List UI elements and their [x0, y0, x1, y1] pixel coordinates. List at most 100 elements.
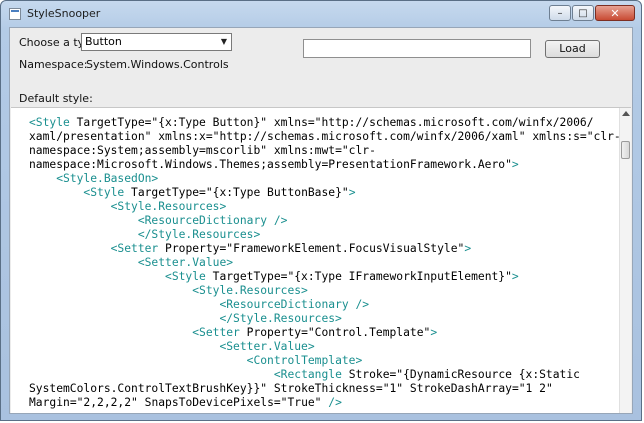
code-token: Stroke [348, 368, 390, 381]
code-token: ="1 2" [511, 382, 553, 395]
code-token: StrokeDashArray [409, 382, 512, 395]
code-token: ="{x:Type Button}" [144, 116, 274, 129]
code-line: <Setter Property="Control.Template"> [29, 326, 615, 340]
code-token: <ResourceDictionary /> [137, 214, 288, 227]
code-line: <Setter.Value> [29, 340, 615, 354]
code-token: StrokeThickness [273, 382, 376, 395]
code-line: </Style.Resources> [29, 312, 615, 326]
code-token: > [464, 242, 472, 255]
assembly-path-input[interactable] [303, 39, 531, 58]
close-button[interactable]: ✕ [595, 5, 635, 21]
code-line: <Style TargetType="{x:Type IFrameworkInp… [29, 270, 615, 284]
code-token: Property [165, 242, 220, 255]
code-line: <ControlTemplate> [29, 354, 615, 368]
code-token: <Setter [110, 242, 166, 255]
code-token: ="{x:Type ButtonBase}" [199, 186, 349, 199]
code-token: <Style [83, 186, 132, 199]
code-token: ="Control.Template" [301, 326, 431, 339]
code-token: > [348, 186, 356, 199]
client-area: Choose a type: Button ▼ Namespace: Syste… [9, 27, 633, 414]
maximize-icon: □ [578, 8, 588, 19]
type-select[interactable]: Button ▼ [81, 33, 232, 51]
code-token: > [430, 326, 438, 339]
code-token: TargetType [131, 186, 200, 199]
code-token: namespace:System;assembly=mscorlib" [29, 144, 274, 157]
scroll-thumb[interactable] [621, 141, 630, 159]
code-token: ="clr- [335, 144, 376, 157]
xaml-code: <Style TargetType="{x:Type Button}" xmln… [29, 116, 621, 410]
code-token: xmlns:mwt [273, 144, 336, 157]
window-title: StyleSnooper [27, 7, 101, 20]
code-line: <Style.Resources> [29, 200, 615, 214]
code-token: TargetType [76, 116, 145, 129]
code-token: </Style.Resources> [137, 228, 261, 241]
code-token: ="1" [375, 382, 410, 395]
code-token: ="http://schemas.microsoft.com/winfx/200… [205, 130, 533, 143]
code-token: xaml/presentation" [29, 130, 159, 143]
code-token: <Setter.Value> [137, 256, 234, 269]
code-line: SystemColors.ControlTextBrushKey}}" Stro… [29, 382, 615, 396]
code-token: ="clr- [579, 130, 621, 143]
code-token: <Style [29, 116, 77, 129]
app-window: StyleSnooper – □ ✕ Choose a type: Button… [0, 0, 642, 421]
caption-buttons: – □ ✕ [548, 5, 635, 22]
code-token: TargetType [212, 270, 281, 283]
code-line: <ResourceDictionary /> [29, 214, 615, 228]
code-token: > [511, 158, 519, 171]
code-token: /> [328, 396, 342, 409]
namespace-label: Namespace: [19, 58, 88, 71]
code-token: <Style.BasedOn> [56, 172, 159, 185]
load-button[interactable]: Load [545, 40, 600, 58]
minimize-icon: – [557, 8, 563, 19]
type-select-value: Button [85, 35, 122, 48]
code-token: ="{x:Type IFrameworkInputElement}" [280, 270, 512, 283]
code-token: <Style.Resources> [110, 200, 227, 213]
code-line: namespace:System;assembly=mscorlib" xmln… [29, 144, 615, 158]
code-token: <Setter [192, 326, 247, 339]
code-line: <Style.Resources> [29, 284, 615, 298]
scroll-up-icon[interactable] [622, 111, 630, 116]
code-token: ="{DynamicResource {x:Static [389, 368, 580, 381]
code-token: ="True" [273, 396, 329, 409]
chevron-down-icon: ▼ [220, 37, 227, 46]
vertical-scrollbar[interactable] [619, 108, 631, 413]
code-token: namespace:Microsoft.Windows.Themes;assem… [29, 158, 512, 171]
code-token: Property [246, 326, 302, 339]
code-token: SnapsToDevicePixels [144, 396, 274, 409]
code-token: <Setter.Value> [219, 340, 315, 353]
minimize-button[interactable]: – [549, 5, 571, 21]
code-line: namespace:Microsoft.Windows.Themes;assem… [29, 158, 615, 172]
code-token: </Style.Resources> [219, 312, 342, 325]
code-token: <ResourceDictionary /> [219, 298, 370, 311]
code-token: <ControlTemplate> [246, 354, 363, 367]
code-line: <Setter Property="FrameworkElement.Focus… [29, 242, 615, 256]
code-token: <Rectangle [273, 368, 349, 381]
style-code-view[interactable]: <Style TargetType="{x:Type Button}" xmln… [11, 107, 631, 413]
code-token: SystemColors.ControlTextBrushKey}}" [29, 382, 274, 395]
maximize-button[interactable]: □ [572, 5, 594, 21]
title-bar[interactable]: StyleSnooper – □ ✕ [1, 1, 641, 27]
code-line: <Style TargetType="{x:Type Button}" xmln… [29, 116, 615, 130]
code-token: xmlns [273, 116, 308, 129]
namespace-value: System.Windows.Controls [86, 58, 229, 71]
close-icon: ✕ [610, 7, 620, 20]
code-token: Margin [29, 396, 70, 409]
code-line: <Rectangle Stroke="{DynamicResource {x:S… [29, 368, 615, 382]
code-token: <Style.Resources> [192, 284, 308, 297]
code-token: > [511, 270, 519, 283]
app-icon [9, 8, 21, 20]
code-token: xmlns:x [158, 130, 206, 143]
code-token: ="FrameworkElement.FocusVisualStyle" [219, 242, 465, 255]
